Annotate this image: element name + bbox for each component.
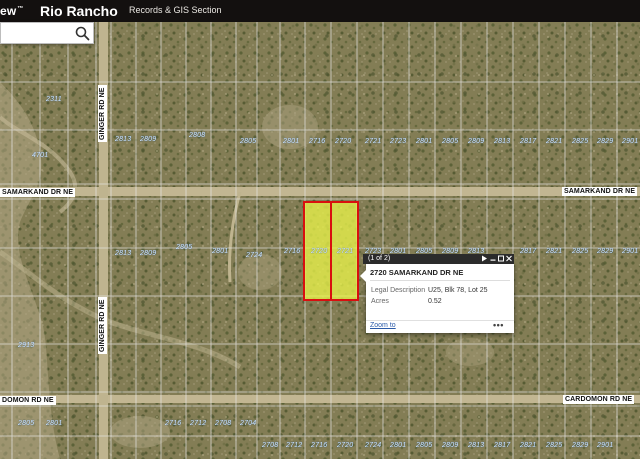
- lot-number: 2901: [597, 442, 614, 449]
- lot-number: 2808: [189, 132, 206, 139]
- lot-number: 2720: [311, 248, 328, 255]
- popup-title: 2720 SAMARKAND DR NE: [370, 268, 464, 277]
- popup-titlebar: (1 of 2): [363, 254, 514, 264]
- lot-number: 2704: [240, 420, 257, 427]
- lot-number: 2805: [240, 138, 257, 145]
- road-label-ginger-north: GINGER RD NE: [98, 85, 107, 142]
- close-icon[interactable]: [506, 255, 512, 265]
- popup-footer-divider: [366, 320, 514, 321]
- road-label-cardomon-west: DOMON RD NE: [0, 396, 56, 405]
- popup-count: (1 of 2): [368, 255, 391, 262]
- popup-divider: [370, 280, 510, 281]
- lot-number: 2821: [546, 248, 563, 255]
- records-gis-link[interactable]: Records & GIS Section: [129, 5, 222, 15]
- popup-pointer: [360, 270, 366, 282]
- search-input[interactable]: [1, 23, 71, 43]
- parcel-popup: (1 of 2) 2720 SAMARKAND DR NE Legal Desc…: [360, 254, 514, 333]
- lot-number: 2712: [286, 442, 303, 449]
- logo-trademark: ™: [17, 6, 24, 12]
- lot-number: 2913: [18, 342, 35, 349]
- lot-number: 2817: [520, 138, 537, 145]
- road-label-cardomon-east: CARDOMON RD NE: [563, 395, 635, 404]
- road-label-samarkand-east: SAMARKAND DR NE: [562, 187, 638, 196]
- lot-number: 2721: [337, 248, 354, 255]
- lot-number: 2801: [416, 138, 433, 145]
- lot-number: 2809: [140, 250, 157, 257]
- app-header: ew™ Rio Rancho Records & GIS Section: [0, 0, 640, 22]
- lot-number: 2801: [390, 442, 407, 449]
- lot-number: 2809: [140, 136, 157, 143]
- lot-number: 2708: [215, 420, 232, 427]
- lot-number: 2801: [212, 248, 229, 255]
- lot-number: 2720: [335, 138, 352, 145]
- address-search: [0, 22, 94, 44]
- app-logo[interactable]: ew™: [0, 4, 24, 18]
- lot-number: 2805: [442, 138, 459, 145]
- lot-number: 2809: [468, 138, 485, 145]
- lot-number: 4701: [32, 152, 49, 159]
- lot-number: 2813: [494, 138, 511, 145]
- lot-number: 2801: [283, 138, 300, 145]
- lot-number: 2724: [365, 442, 382, 449]
- lot-number: 2813: [468, 442, 485, 449]
- lot-number: 2311: [46, 96, 62, 103]
- maximize-icon[interactable]: [498, 255, 504, 265]
- field-label-legal-description: Legal Description: [371, 287, 426, 294]
- play-icon[interactable]: [481, 255, 488, 265]
- lot-number: 2805: [416, 442, 433, 449]
- app-title: Rio Rancho: [40, 3, 118, 19]
- aerial-imagery: [0, 22, 640, 459]
- lot-number: 2708: [262, 442, 279, 449]
- lot-number: 2721: [365, 138, 382, 145]
- minimize-icon[interactable]: [490, 255, 496, 265]
- lot-number: 2813: [115, 136, 132, 143]
- lot-number: 2716: [284, 248, 301, 255]
- lot-number: 2813: [115, 250, 132, 257]
- lot-number: 2829: [597, 138, 614, 145]
- map-view[interactable]: SAMARKAND DR NE SAMARKAND DR NE DOMON RD…: [0, 22, 640, 459]
- lot-number: 2716: [165, 420, 182, 427]
- lot-number: 2716: [311, 442, 328, 449]
- lot-number: 2720: [337, 442, 354, 449]
- road-label-samarkand-west: SAMARKAND DR NE: [0, 188, 76, 197]
- road-label-ginger-south: GINGER RD NE: [98, 297, 107, 354]
- lot-number: 2724: [246, 252, 263, 259]
- lot-number: 2817: [494, 442, 511, 449]
- ellipsis-icon[interactable]: •••: [493, 320, 504, 330]
- lot-number: 2901: [622, 138, 639, 145]
- field-value-legal-description: U25, Blk 78, Lot 25: [428, 287, 488, 294]
- lot-number: 2801: [46, 420, 63, 427]
- lot-number: 2805: [176, 244, 193, 251]
- lot-number: 2829: [597, 248, 614, 255]
- search-icon: [75, 26, 90, 41]
- lot-number: 2712: [190, 420, 207, 427]
- search-button[interactable]: [74, 25, 91, 42]
- lot-number: 2901: [622, 248, 639, 255]
- lot-number: 2809: [442, 442, 459, 449]
- lot-number: 2825: [572, 248, 589, 255]
- field-label-acres: Acres: [371, 298, 389, 305]
- lot-number: 2829: [572, 442, 589, 449]
- lot-number: 2825: [546, 442, 563, 449]
- logo-text: ew: [0, 4, 17, 18]
- lot-number: 2805: [18, 420, 35, 427]
- lot-number: 2817: [520, 248, 537, 255]
- field-value-acres: 0.52: [428, 298, 442, 305]
- zoom-to-link[interactable]: Zoom to: [370, 322, 396, 329]
- lot-number: 2723: [390, 138, 407, 145]
- lot-number: 2821: [520, 442, 537, 449]
- lot-number: 2716: [309, 138, 326, 145]
- lot-number: 2821: [546, 138, 563, 145]
- lot-number: 2825: [572, 138, 589, 145]
